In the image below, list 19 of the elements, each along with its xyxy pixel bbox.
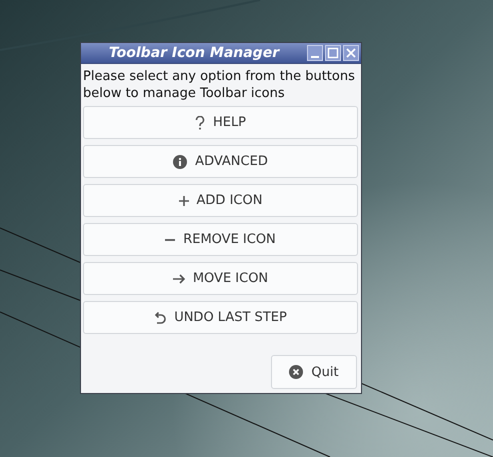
- toolbar-action-button[interactable]: REMOVE ICON: [83, 223, 358, 256]
- instruction-text: Please select any option from the buttons below to manage Toolbar icons: [82, 68, 356, 102]
- info-icon: [173, 154, 188, 168]
- toolbar-action-button[interactable]: ADD ICON: [83, 184, 358, 217]
- close-icon[interactable]: [343, 45, 359, 61]
- toolbar-action-button[interactable]: ADVANCED: [83, 145, 358, 178]
- plus-icon: [178, 196, 189, 206]
- undo-icon: [154, 312, 166, 324]
- minimize-icon[interactable]: [307, 45, 323, 61]
- minus-icon: [165, 238, 176, 240]
- maximize-icon[interactable]: [325, 45, 341, 61]
- toolbar-action-button[interactable]: HELP: [83, 106, 358, 139]
- window-title: Toolbar Icon Manager: [108, 45, 281, 61]
- arrow-right-icon: [172, 274, 185, 284]
- toolbar-action-button[interactable]: MOVE ICON: [83, 262, 358, 295]
- quit-button[interactable]: Quit: [271, 355, 357, 389]
- toolbar-action-button[interactable]: UNDO LAST STEP: [83, 301, 358, 334]
- question-mark-icon: [194, 116, 205, 130]
- close-circle-icon: [289, 365, 304, 379]
